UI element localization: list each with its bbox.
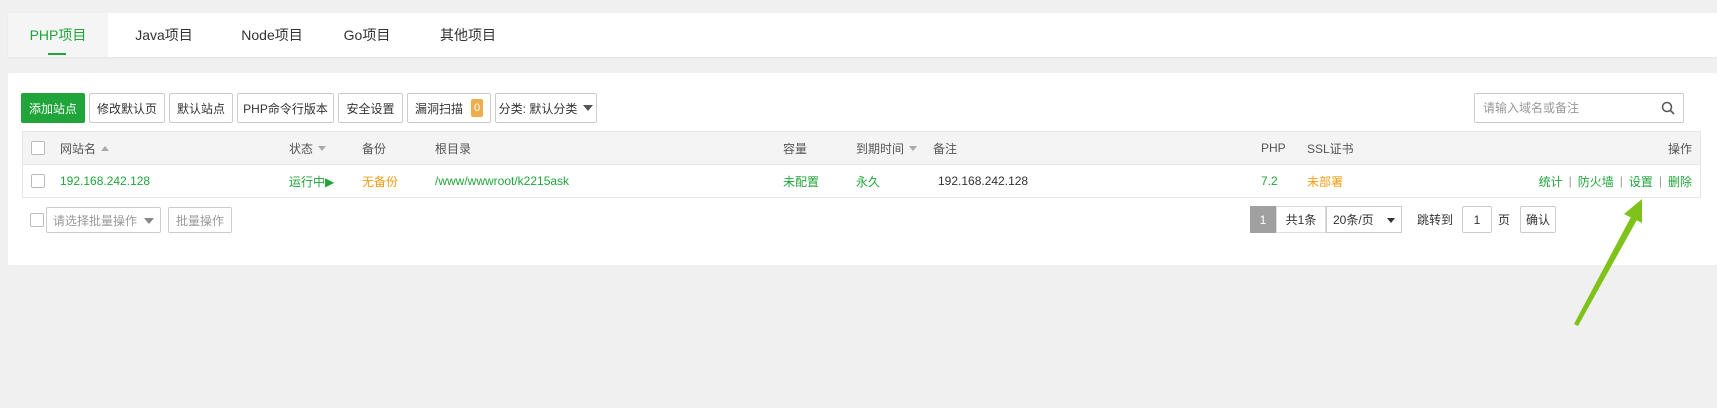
header-backup: 备份 [362,141,387,156]
select-all-checkbox[interactable] [31,132,45,164]
current-page[interactable]: 1 [1250,206,1276,233]
security-settings-button[interactable]: 安全设置 [338,93,403,123]
project-tabs: PHP项目 Java项目 Node项目 Go项目 其他项目 [8,13,1717,57]
tab-php[interactable]: PHP项目 [8,13,108,57]
capacity-link[interactable]: 未配置 [783,165,819,197]
category-select[interactable]: 分类: 默认分类 [495,93,597,123]
root-dir-link[interactable]: /www/wwwroot/k2215ask [435,165,569,197]
site-table: 网站名 状态 备份 根目录 容量 到期时间 备注 PHP SSL证书 操作 19… [22,131,1701,198]
jump-confirm-button[interactable]: 确认 [1520,206,1556,233]
php-version-link[interactable]: 7.2 [1261,165,1278,197]
add-site-button[interactable]: 添加站点 [21,93,85,123]
default-site-button[interactable]: 默认站点 [169,93,233,123]
header-capacity: 容量 [783,141,808,156]
chevron-down-icon [583,105,594,111]
batch-operation-select[interactable]: 请选择批量操作 [46,207,161,233]
sort-desc-icon [909,145,918,151]
table-row: 192.168.242.128 运行中▶ 无备份 /www/wwwroot/k2… [23,165,1700,197]
header-php: PHP [1261,141,1286,155]
tab-java[interactable]: Java项目 [108,13,220,57]
jump-page-input[interactable]: 1 [1462,206,1492,233]
php-cli-version-button[interactable]: PHP命令行版本 [237,93,334,123]
chevron-down-icon [144,218,154,224]
sort-desc-icon [318,145,327,151]
bottom-bar: 请选择批量操作 批量操作 1 共1条 20条/页 跳转到 1 页 确认 [22,206,1701,235]
edit-default-page-button[interactable]: 修改默认页 [89,93,165,123]
header-actions: 操作 [1667,141,1692,156]
vuln-scan-button[interactable]: 漏洞扫描 0 [407,93,491,123]
jump-label: 跳转到 [1417,213,1454,227]
tab-go[interactable]: Go项目 [324,13,410,57]
table-header: 网站名 状态 备份 根目录 容量 到期时间 备注 PHP SSL证书 操作 [23,132,1700,165]
search-input[interactable] [1475,94,1653,122]
stats-link[interactable]: 统计 [1539,173,1563,190]
delete-link[interactable]: 删除 [1668,173,1692,190]
search-box [1474,93,1684,123]
row-actions: 统计 | 防火墙 | 设置 | 删除 [1538,173,1692,190]
row-checkbox[interactable] [31,165,45,197]
total-count: 共1条 [1276,206,1326,233]
search-icon[interactable] [1653,94,1683,122]
settings-link[interactable]: 设置 [1629,173,1653,190]
status-toggle[interactable]: 运行中▶ [289,165,334,197]
sort-asc-icon [101,145,110,151]
vuln-count-badge: 0 [471,99,483,117]
page-size-select[interactable]: 20条/页 [1326,206,1402,233]
page-unit-label: 页 [1498,213,1511,227]
tab-node[interactable]: Node项目 [220,13,324,57]
batch-operation-button[interactable]: 批量操作 [168,207,232,233]
site-name-link[interactable]: 192.168.242.128 [60,165,150,197]
chevron-down-icon [1387,218,1395,223]
header-status[interactable]: 状态 [289,132,327,164]
header-root: 根目录 [435,141,472,156]
header-ssl: SSL证书 [1307,141,1354,156]
header-expire[interactable]: 到期时间 [856,132,918,164]
batch-select-checkbox[interactable] [30,213,44,227]
tab-other[interactable]: 其他项目 [410,13,526,57]
remark-text[interactable]: 192.168.242.128 [938,165,1028,197]
site-list-panel: 添加站点 修改默认页 默认站点 PHP命令行版本 安全设置 漏洞扫描 0 分类:… [8,73,1717,265]
header-site-name[interactable]: 网站名 [60,132,110,164]
backup-link[interactable]: 无备份 [362,165,398,197]
firewall-link[interactable]: 防火墙 [1578,173,1614,190]
header-remark: 备注 [933,141,958,156]
ssl-link[interactable]: 未部署 [1307,165,1343,197]
expire-link[interactable]: 永久 [856,165,880,197]
